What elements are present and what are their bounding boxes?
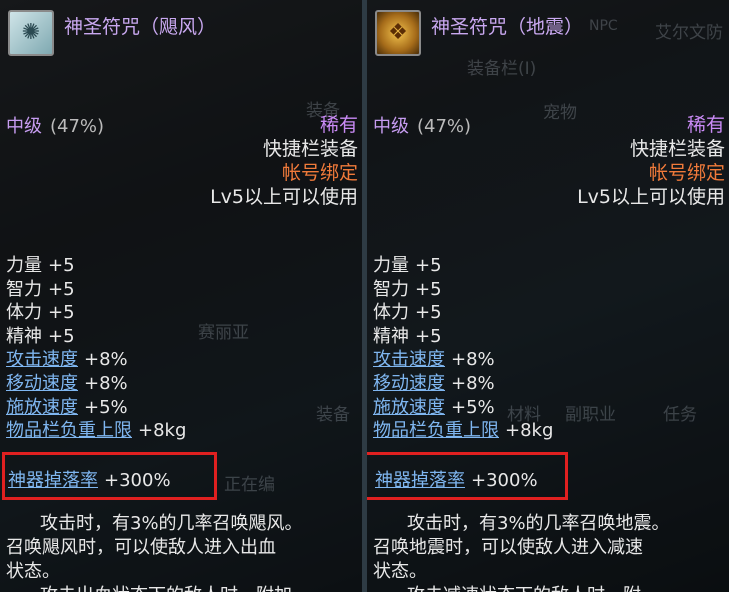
stat-row: 智力 +5: [6, 278, 75, 300]
stat-row: 施放速度 +5%: [373, 396, 495, 418]
stat-row: 精神 +5: [6, 325, 75, 347]
artifact-drop-rate: 神器掉落率 +300%: [8, 466, 171, 492]
stat-row: 移动速度 +8%: [373, 372, 495, 394]
stat-row: 移动速度 +8%: [6, 372, 128, 394]
stat-row: 攻击速度 +8%: [6, 349, 128, 371]
stat-row: 施放速度 +5%: [6, 396, 128, 418]
stat-row: 力量 +5: [6, 255, 75, 276]
item-tooltip-right: 装备栏(I) NPC 艾尔文防 宠物 材料 副职业 任务 ❖ 神圣符咒（地震） …: [367, 0, 729, 592]
item-rarity: 稀有: [319, 114, 358, 136]
earthquake-talisman-icon: ❖: [375, 10, 421, 56]
drop-rate-label: 神器掉落率: [375, 470, 465, 491]
bg-tab-pet: 宠物: [543, 103, 577, 123]
item-level-req: Lv5以上可以使用: [210, 186, 358, 208]
item-description: 攻击时，有3%的几率召唤地震。 召唤地震时，可以使敌人进入减速 状态。 攻击减速…: [373, 513, 670, 592]
item-description: 攻击时，有3%的几率召唤飓风。 召唤飓风时，可以使敌人进入出血 状态。 攻击出血…: [6, 513, 303, 592]
bg-tab-task: 任务: [663, 405, 697, 425]
item-bind-status: 帐号绑定: [648, 162, 725, 184]
item-grade: 中级 (47%): [373, 112, 471, 138]
bg-equip-window-title: 装备栏(I): [467, 59, 537, 79]
drop-rate-label: 神器掉落率: [8, 470, 98, 491]
item-level-req: Lv5以上可以使用: [577, 186, 725, 208]
stat-row: 攻击速度 +8%: [373, 349, 495, 371]
item-grade: 中级 (47%): [6, 112, 104, 138]
item-rarity: 稀有: [686, 114, 725, 136]
item-tooltip-left: 装备 赛丽亚 装备 正在编 ✺ 神圣符咒（飓风） 中级 (47%) 稀有 快捷栏装…: [0, 0, 362, 592]
item-title: 神圣符咒（飓风）: [64, 16, 217, 38]
wind-talisman-icon: ✺: [8, 10, 54, 56]
stat-row: 力量 +5: [373, 255, 442, 276]
stat-row: 智力 +5: [373, 278, 442, 300]
bg-npc-tab: NPC: [589, 18, 618, 34]
bg-tab-subjob: 副职业: [565, 405, 616, 425]
stat-list: 力量 +5 智力 +5 体力 +5 精神 +5 攻击速度 +8% 移动速度 +8% 施放速度…: [6, 254, 186, 443]
artifact-drop-rate: 神器掉落率 +300%: [375, 466, 538, 492]
stat-row: 体力 +5: [373, 302, 442, 324]
item-slot-type: 快捷栏装备: [262, 138, 358, 160]
drop-rate-value: +300%: [471, 470, 538, 491]
bg-character-name: 赛丽亚: [198, 323, 249, 343]
grade-percent: (47%): [417, 116, 472, 137]
stat-row: 物品栏负重上限 +8kg: [6, 420, 187, 442]
stat-row: 精神 +5: [373, 325, 442, 347]
grade-name: 中级: [6, 116, 42, 137]
item-title: 神圣符咒（地震）: [431, 16, 584, 38]
grade-name: 中级: [373, 116, 409, 137]
stat-list: 力量 +5 智力 +5 体力 +5 精神 +5 攻击速度 +8% 移动速度 +8% 施放速度…: [373, 254, 553, 443]
drop-rate-value: +300%: [104, 470, 171, 491]
bg-tab-equip: 装备: [316, 405, 350, 425]
stat-row: 体力 +5: [6, 302, 75, 324]
stat-row: 物品栏负重上限 +8kg: [373, 420, 554, 442]
item-slot-type: 快捷栏装备: [629, 138, 725, 160]
grade-percent: (47%): [50, 116, 105, 137]
bg-equipping-text: 正在编: [224, 475, 275, 495]
item-bind-status: 帐号绑定: [281, 162, 358, 184]
bg-town-name: 艾尔文防: [655, 23, 723, 43]
